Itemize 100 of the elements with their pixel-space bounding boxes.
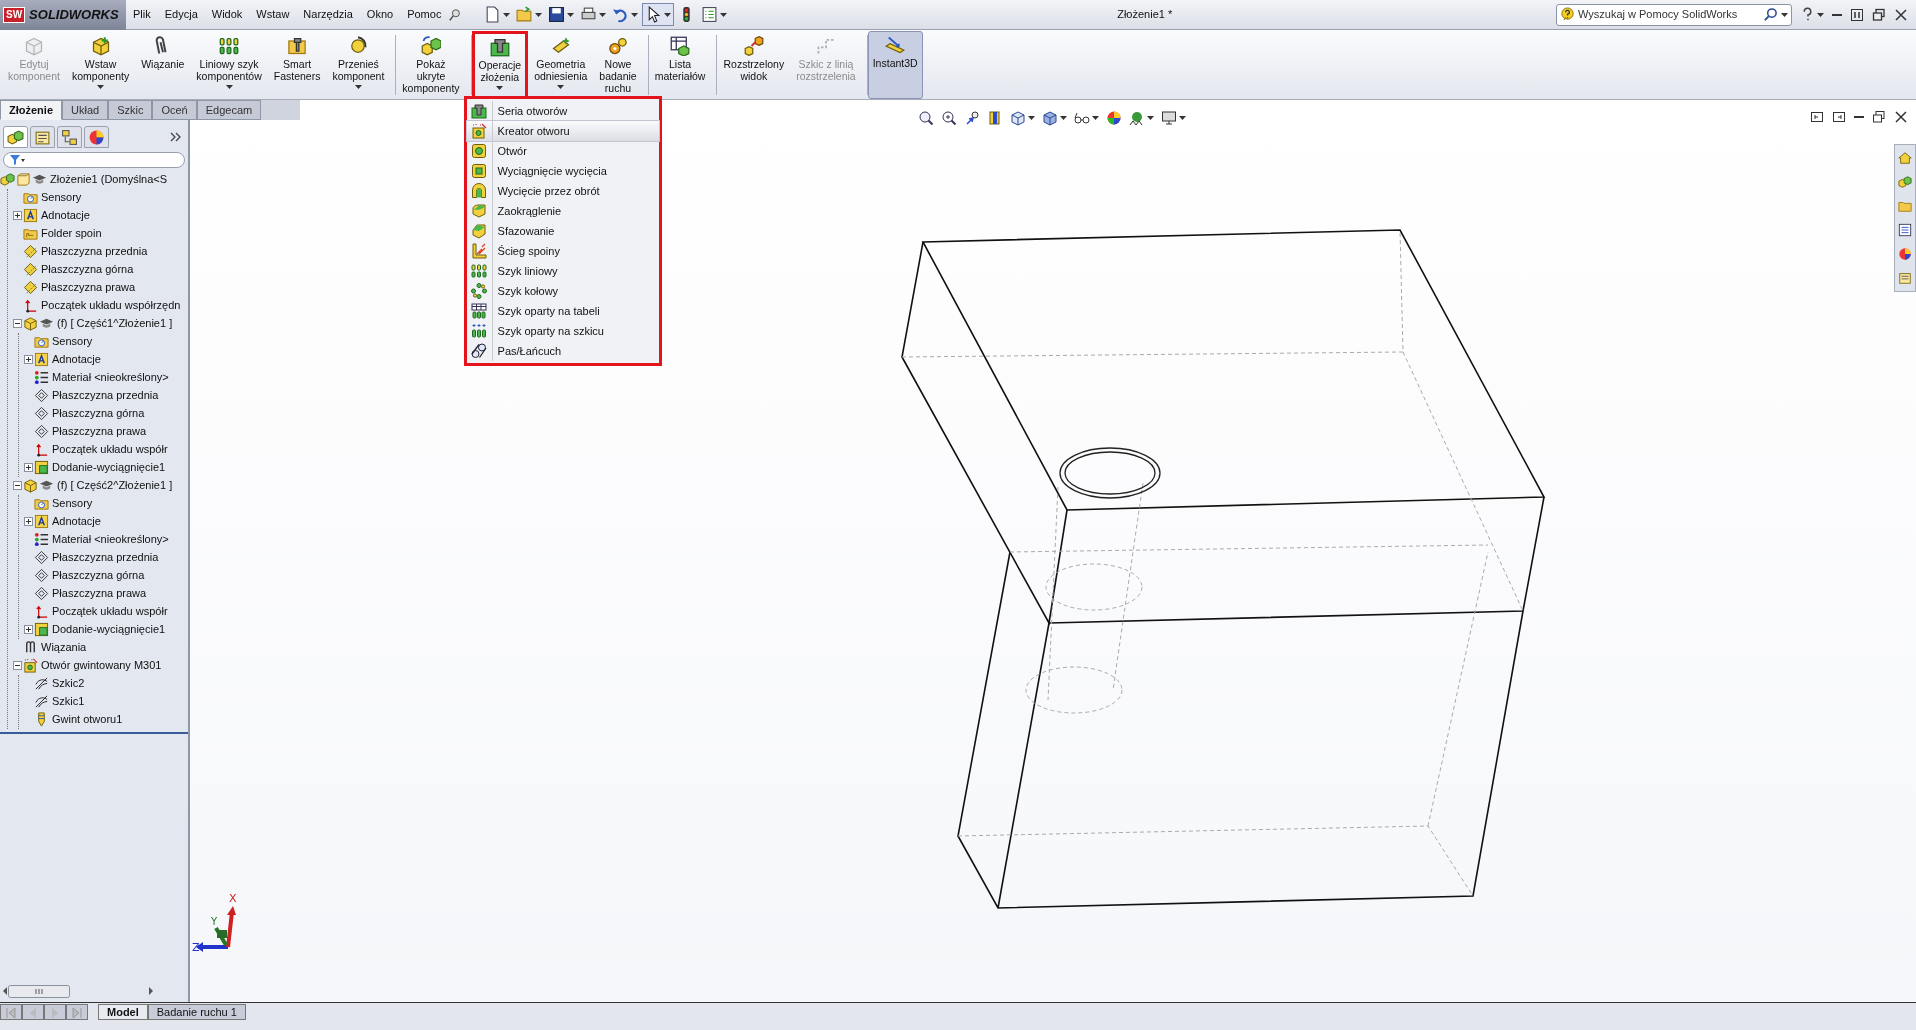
- menu-item[interactable]: Plik: [126, 6, 158, 23]
- menu-item[interactable]: Wycięcie przez obrót: [466, 181, 659, 201]
- tab[interactable]: Układ: [62, 100, 109, 120]
- tree-item[interactable]: Początek układu współr: [52, 603, 168, 620]
- tree-item[interactable]: Płaszczyzna prawa: [52, 585, 147, 602]
- expand-toggle-icon[interactable]: [23, 463, 33, 473]
- tree-item[interactable]: Początek układu współrzędn: [41, 297, 181, 314]
- save-button[interactable]: [546, 4, 577, 25]
- navigation-button[interactable]: [0, 1004, 22, 1020]
- tree-item[interactable]: Folder spoin: [41, 225, 102, 242]
- menu-item[interactable]: Pas/Łańcuch: [466, 341, 659, 361]
- appearance-tab[interactable]: [84, 126, 109, 148]
- tree-item[interactable]: Płaszczyzna prawa: [41, 279, 136, 296]
- navigation-button[interactable]: [44, 1004, 66, 1020]
- tree-item[interactable]: Adnotacje: [52, 513, 101, 530]
- tree-item[interactable]: (f) [ Część2^Złożenie1 ]: [57, 477, 173, 494]
- select-button[interactable]: [642, 3, 675, 26]
- ribbon-button[interactable]: Przenieś komponent: [326, 31, 391, 99]
- tree-item[interactable]: Adnotacje: [41, 207, 90, 224]
- ribbon-button[interactable]: Geometria odniesienia: [528, 31, 594, 99]
- hole-series-icon: [471, 103, 488, 119]
- menu-item[interactable]: Szyk oparty na tabeli: [466, 301, 659, 321]
- ribbon-button[interactable]: Nowe badanie ruchu: [593, 31, 643, 99]
- menu-item[interactable]: Widok: [204, 6, 250, 23]
- folder-icon: [23, 226, 38, 242]
- restore-button[interactable]: [1870, 108, 1888, 126]
- view-toolbar-button[interactable]: [939, 108, 959, 128]
- menu-item[interactable]: Wstaw: [249, 6, 297, 23]
- tree-item[interactable]: Płaszczyzna prawa: [52, 423, 147, 440]
- menu-item[interactable]: Okno: [359, 6, 401, 23]
- tree-item[interactable]: Płaszczyzna przednia: [52, 549, 159, 566]
- tree-item[interactable]: Płaszczyzna przednia: [52, 387, 159, 404]
- tree-item[interactable]: (f) [ Część1^Złożenie1 ]: [57, 315, 173, 332]
- tree-item[interactable]: Sensory: [52, 333, 93, 350]
- tree-item[interactable]: Płaszczyzna górna: [52, 405, 145, 422]
- menu-item[interactable]: Narzędzia: [296, 6, 360, 23]
- menu-item[interactable]: Szyk kołowy: [466, 281, 659, 301]
- ribbon-button[interactable]: Pokaż ukryte komponenty: [396, 31, 466, 99]
- tree-item[interactable]: Otwór gwintowany M301: [41, 657, 162, 674]
- configuration-tab[interactable]: [57, 126, 82, 148]
- tree-item[interactable]: Złożenie1 (Domyślna<S: [50, 171, 168, 188]
- tab[interactable]: Oceń: [152, 100, 197, 120]
- tree-item[interactable]: Początek układu współr: [52, 441, 168, 458]
- search-field[interactable]: Wyszukaj w Pomocy SolidWorks: [1578, 6, 1760, 23]
- horizontal-scrollbar[interactable]: [2, 984, 154, 998]
- frame-icon: [16, 172, 31, 188]
- open-button[interactable]: [514, 4, 545, 25]
- menu-item[interactable]: Szyk liniowy: [466, 261, 659, 281]
- ribbon-button[interactable]: Lista materiałów: [648, 31, 712, 99]
- ribbon-button[interactable]: Wstaw komponenty: [65, 31, 136, 99]
- search-bar[interactable]: Wyszukaj w Pomocy SolidWorks: [1556, 3, 1792, 26]
- menu-item[interactable]: Kreator otworu: [466, 121, 659, 141]
- menu-item[interactable]: Otwór: [466, 141, 659, 161]
- collapse-toggle-icon[interactable]: [12, 661, 22, 671]
- menu-item[interactable]: Edycja: [157, 6, 205, 23]
- tree-item[interactable]: Szkic2: [52, 675, 85, 692]
- options-button[interactable]: [699, 4, 730, 25]
- tree-item[interactable]: Płaszczyzna przednia: [41, 243, 148, 260]
- view-toolbar-button[interactable]: [916, 108, 936, 128]
- dot-grid-icon: [219, 36, 240, 56]
- navigation-button[interactable]: [22, 1004, 44, 1020]
- tab[interactable]: Badanie ruchu 1: [147, 1004, 246, 1020]
- tree-item[interactable]: Szkic1: [52, 693, 85, 710]
- navigation-button[interactable]: [66, 1004, 88, 1020]
- tree-item[interactable]: Materiał <nieokreślony>: [52, 369, 169, 386]
- ribbon-button[interactable]: Smart Fasteners: [267, 31, 327, 99]
- tree-item[interactable]: Płaszczyzna górna: [52, 567, 145, 584]
- menu-item[interactable]: Ścieg spoiny: [466, 241, 659, 261]
- tab[interactable]: Szkic: [108, 100, 153, 120]
- feature-tree-tab[interactable]: [3, 126, 28, 148]
- menu-item[interactable]: Pomoc: [400, 6, 449, 23]
- ribbon-button[interactable]: Liniowy szyk komponentów: [190, 31, 268, 99]
- collapse-toggle-icon[interactable]: [12, 319, 22, 329]
- property-tab[interactable]: [30, 126, 55, 148]
- tab[interactable]: Złożenie: [0, 100, 62, 120]
- expand-toggle-icon[interactable]: [23, 517, 33, 527]
- tab[interactable]: Edgecam: [196, 100, 262, 120]
- menu-item[interactable]: Szyk oparty na szkicu: [466, 321, 659, 341]
- tree-item[interactable]: Gwint otworu1: [52, 711, 123, 728]
- ribbon-button[interactable]: Wiązanie: [135, 31, 191, 99]
- collapse-toggle-icon[interactable]: [12, 481, 22, 491]
- tree-item[interactable]: Płaszczyzna górna: [41, 261, 134, 278]
- tree-item[interactable]: Sensory: [52, 495, 93, 512]
- tree-item[interactable]: Dodanie-wyciągnięcie1: [52, 459, 166, 476]
- ribbon-button[interactable]: Rozstrzelony widok: [717, 31, 791, 99]
- tree-item[interactable]: Wiązania: [41, 639, 87, 656]
- expand-toggle-icon[interactable]: [12, 211, 22, 221]
- tree-item[interactable]: Materiał <nieokreślony>: [52, 531, 169, 548]
- tree-item[interactable]: Adnotacje: [52, 351, 101, 368]
- expand-toggle-icon[interactable]: [23, 355, 33, 365]
- tab[interactable]: Model: [98, 1004, 148, 1020]
- view-toolbar-button[interactable]: [1159, 108, 1188, 128]
- menu-item[interactable]: Zaokrąglenie: [466, 201, 659, 221]
- tree-item[interactable]: Dodanie-wyciągnięcie1: [52, 621, 166, 638]
- menu-item[interactable]: Sfazowanie: [466, 221, 659, 241]
- expand-toggle-icon[interactable]: [23, 625, 33, 635]
- filter-field[interactable]: [3, 151, 185, 168]
- menu-item[interactable]: Wyciągnięcie wycięcia: [466, 161, 659, 181]
- tree-item[interactable]: Sensory: [41, 189, 82, 206]
- ribbon-button[interactable]: Instant3D: [867, 31, 923, 99]
